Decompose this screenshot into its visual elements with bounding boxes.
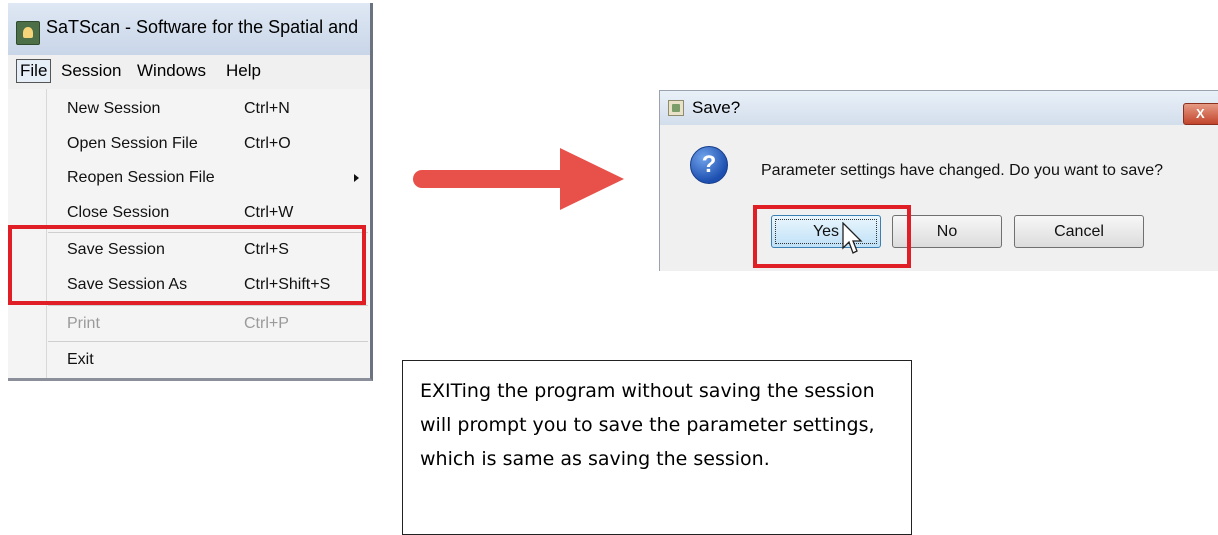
question-icon: ? [690,146,728,184]
dialog-titlebar: Save? X [660,91,1218,125]
mouse-cursor-icon [842,222,863,254]
menu-item-label: Reopen Session File [67,169,215,186]
menu-item-open-session-file[interactable]: Open Session File Ctrl+O [8,129,370,159]
menu-separator [48,341,368,342]
save-items-highlight-box [8,225,366,305]
yes-button-highlight-box [753,205,911,268]
menu-item-label: Open Session File [67,135,198,152]
submenu-arrow-icon [354,174,359,182]
menubar: File Session Windows Help [8,55,370,89]
menu-item-reopen-session-file[interactable]: Reopen Session File [8,163,370,193]
menubar-help[interactable]: Help [226,61,261,81]
java-app-icon [668,100,684,116]
save-dialog: Save? X ? Parameter settings have change… [659,90,1218,271]
menu-item-new-session[interactable]: New Session Ctrl+N [8,94,370,124]
menubar-file[interactable]: File [16,59,52,83]
menu-item-exit[interactable]: Exit [8,345,370,375]
menu-item-label: Print [67,315,100,332]
menu-item-label: Close Session [67,204,170,221]
menu-item-shortcut: Ctrl+P [244,315,289,332]
satscan-app-icon [16,21,40,45]
menu-item-shortcut: Ctrl+N [244,100,290,117]
menubar-session[interactable]: Session [61,61,121,81]
right-arrow-icon [413,148,624,210]
dialog-message: Parameter settings have changed. Do you … [761,162,1164,179]
close-button[interactable]: X [1183,103,1218,125]
menu-item-label: Exit [67,351,94,368]
menu-separator [48,305,368,306]
satscan-window: SaTScan - Software for the Spatial and F… [8,3,373,381]
cancel-button[interactable]: Cancel [1014,215,1144,248]
window-title: SaTScan - Software for the Spatial and [46,17,359,37]
dialog-title: Save? [692,98,741,117]
note-text: EXITing the program without saving the s… [420,380,875,470]
menu-item-label: New Session [67,100,161,117]
menu-item-print: Print Ctrl+P [8,309,370,339]
menu-item-close-session[interactable]: Close Session Ctrl+W [8,198,370,228]
menubar-windows[interactable]: Windows [137,61,206,81]
window-titlebar: SaTScan - Software for the Spatial and [8,3,370,55]
menu-item-shortcut: Ctrl+W [244,204,294,221]
menu-item-shortcut: Ctrl+O [244,135,291,152]
note-box: EXITing the program without saving the s… [402,360,912,535]
